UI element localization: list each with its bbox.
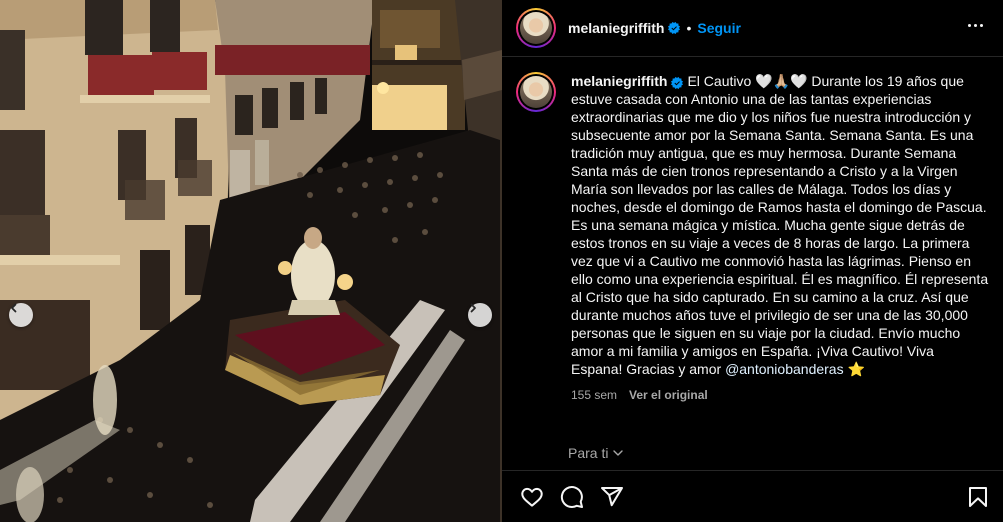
verified-badge-icon	[671, 77, 684, 89]
comment-icon	[560, 486, 583, 509]
chevron-down-icon	[613, 450, 624, 456]
more-options-icon[interactable]	[966, 18, 985, 33]
next-image-button[interactable]	[468, 303, 492, 327]
chevron-right-icon	[470, 303, 476, 313]
for-you-dropdown[interactable]: Para ti	[568, 445, 624, 461]
comment-button[interactable]	[560, 485, 584, 509]
caption-meta: 155 sem Ver el original	[571, 386, 989, 404]
avatar[interactable]	[516, 8, 556, 48]
separator-dot: •	[686, 20, 692, 36]
time-ago[interactable]: 155 sem	[571, 386, 617, 404]
share-icon	[601, 487, 623, 507]
caption-block: melaniegriffith El Cautivo 🤍🙏🏼🤍 Durante l…	[516, 72, 991, 404]
action-bar	[502, 470, 1003, 522]
chevron-left-icon	[11, 303, 17, 313]
caption-username[interactable]: melaniegriffith	[571, 73, 667, 89]
share-button[interactable]	[600, 485, 624, 509]
caption-text: melaniegriffith El Cautivo 🤍🙏🏼🤍 Durante l…	[571, 72, 989, 378]
for-you-label: Para ti	[568, 445, 609, 461]
mention-link[interactable]: @antoniobanderas	[725, 361, 844, 377]
avatar-image	[520, 12, 552, 44]
post-photo[interactable]	[0, 0, 502, 522]
caption: melaniegriffith El Cautivo 🤍🙏🏼🤍 Durante l…	[571, 72, 989, 404]
save-button[interactable]	[966, 485, 990, 509]
bookmark-icon	[969, 487, 987, 507]
follow-button[interactable]: Seguir	[697, 20, 741, 36]
heart-icon	[521, 487, 543, 507]
header-username[interactable]: melaniegriffith	[568, 20, 664, 36]
post-details-panel: melaniegriffith • Seguir melaniegriffith…	[502, 0, 1003, 522]
verified-badge-icon	[668, 22, 681, 34]
see-original-link[interactable]: Ver el original	[629, 386, 708, 404]
procession-scene	[0, 0, 502, 522]
previous-image-button[interactable]	[9, 303, 33, 327]
like-button[interactable]	[520, 485, 544, 509]
caption-body: El Cautivo 🤍🙏🏼🤍 Durante los 19 años que …	[571, 73, 989, 377]
caption-end: ⭐	[843, 361, 865, 377]
caption-avatar[interactable]	[516, 72, 556, 112]
post-header: melaniegriffith • Seguir	[502, 0, 1003, 57]
avatar-image	[520, 76, 552, 108]
